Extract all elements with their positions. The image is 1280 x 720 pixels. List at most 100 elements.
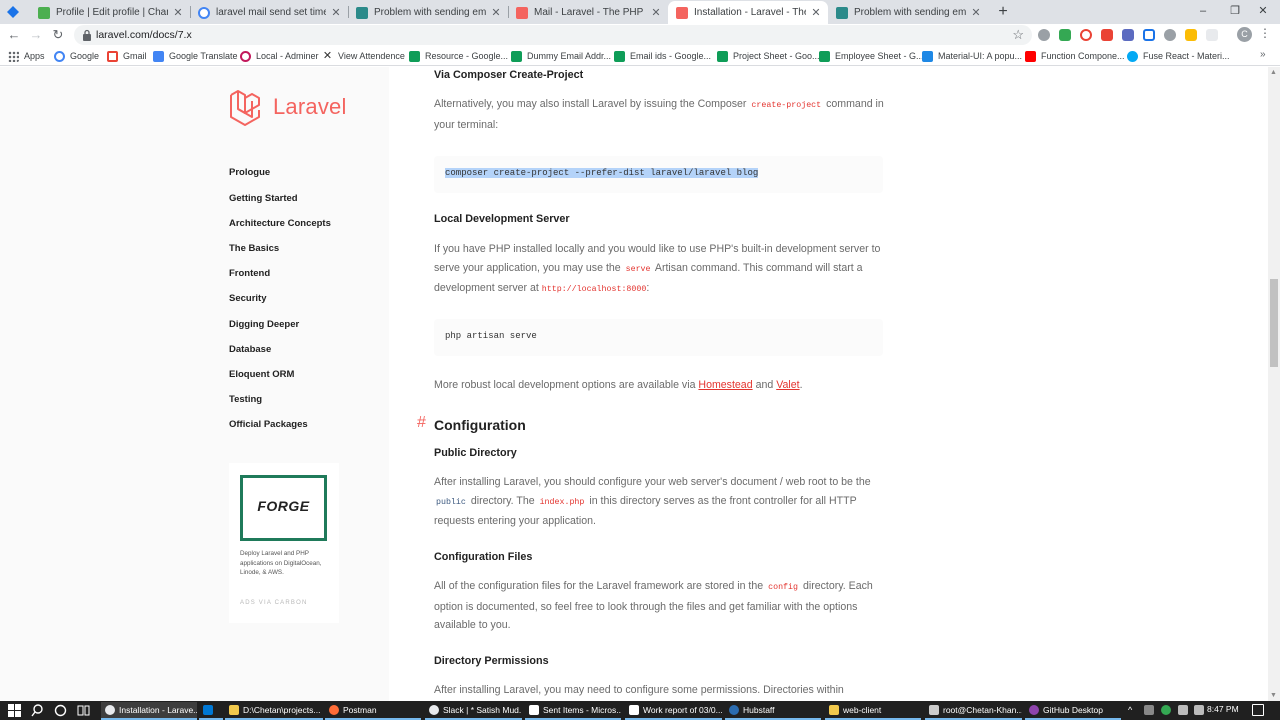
bookmark-employee-sheet[interactable]: Employee Sheet - G... [819,49,924,63]
extension-red-icon[interactable] [1101,29,1113,41]
laravel-logo-icon[interactable] [228,89,268,127]
tab-installation-laravel[interactable]: Installation - Laravel - The PHP F ✕ [668,1,828,24]
nav-eloquent-orm[interactable]: Eloquent ORM [229,369,294,380]
nav-getting-started[interactable]: Getting Started [229,193,298,204]
task-view-icon[interactable] [76,703,91,718]
bookmark-dummy-email[interactable]: Dummy Email Addr... [511,49,611,63]
nav-testing[interactable]: Testing [229,394,262,405]
carbon-ad[interactable]: FORGE Deploy Laravel and PHP application… [229,463,339,623]
forward-button[interactable]: → [28,27,44,43]
bookmark-local-adminer[interactable]: Local - Adminer [240,49,319,63]
taskbar-github-desktop[interactable]: GitHub Desktop [1025,702,1121,720]
bookmark-email-ids[interactable]: Email ids - Google... [614,49,711,63]
tray-sync-icon[interactable] [1161,705,1171,715]
volume-icon[interactable] [1194,705,1204,715]
logo-text[interactable]: Laravel [273,94,347,120]
tab-search-icon[interactable] [5,4,21,20]
taskbar-vscode[interactable] [199,702,223,720]
tab-problem-sending-emails[interactable]: Problem with sending emails | La ✕ [348,1,508,24]
valet-link[interactable]: Valet [776,379,799,391]
bookmark-resource-google[interactable]: Resource - Google... [409,49,508,63]
search-icon[interactable] [30,703,45,718]
taskbar-terminal[interactable]: root@Chetan-Khan... [925,702,1022,720]
taskbar-outlook[interactable]: Sent Items - Micros... [525,702,621,720]
tab-close-icon[interactable]: ✕ [172,6,184,19]
tab-close-icon[interactable]: ✕ [650,6,662,19]
tab-close-icon[interactable]: ✕ [490,6,502,19]
bookmark-fuse-react[interactable]: Fuse React - Materi... [1127,49,1230,63]
extension-target-icon[interactable] [1080,29,1092,41]
extension-blue-icon[interactable] [1122,29,1134,41]
x-icon: ✕ [322,49,333,62]
tab-close-icon[interactable]: ✕ [970,6,982,19]
extension-cloud-icon[interactable] [1038,29,1050,41]
address-bar[interactable]: laravel.com/docs/7.x ☆ [74,25,1032,45]
taskbar-work-report[interactable]: Work report of 03/0... [625,702,722,720]
bookmark-project-sheet[interactable]: Project Sheet - Goo... [717,49,820,63]
code-block-artisan-serve[interactable]: php artisan serve [434,319,883,356]
bookmark-apps[interactable]: Apps [8,49,45,63]
tab-profile[interactable]: Profile | Edit profile | Change pass ✕ [30,1,190,24]
tab-close-icon[interactable]: ✕ [330,6,342,19]
bookmark-gmail[interactable]: Gmail [107,49,147,63]
tab-mail-laravel[interactable]: Mail - Laravel - The PHP Framew ✕ [508,1,668,24]
extension-puzzle-icon[interactable] [1185,29,1197,41]
mail-icon [529,705,539,715]
taskbar-hubstaff[interactable]: Hubstaff [725,702,821,720]
minimize-button[interactable]: – [1186,2,1220,20]
extension-grey-icon[interactable] [1164,29,1176,41]
tab-problem-sending-emails-2[interactable]: Problem with sending emails | La ✕ [828,1,988,24]
nav-the-basics[interactable]: The Basics [229,243,279,254]
anchor-hash-link[interactable]: # [417,414,426,432]
cortana-icon[interactable] [53,703,68,718]
homestead-link[interactable]: Homestead [698,379,752,391]
ad-description[interactable]: Deploy Laravel and PHP applications on D… [240,549,330,578]
bookmarks-overflow-icon[interactable]: » [1260,49,1266,60]
new-tab-button[interactable]: + [994,3,1012,21]
bookmark-function-components[interactable]: Function Compone... [1025,49,1125,63]
taskbar-chrome[interactable]: Installation - Larave... [101,702,197,720]
bookmark-google-translate[interactable]: Google Translate [153,49,238,63]
code-text-composer[interactable]: composer create-project --prefer-dist la… [445,168,759,178]
tab-laravel-mail-timeout[interactable]: laravel mail send set timeout smt ✕ [190,1,348,24]
nav-prologue[interactable]: Prologue [229,167,270,178]
nav-official-packages[interactable]: Official Packages [229,419,308,430]
nav-security[interactable]: Security [229,293,267,304]
page-scrollbar[interactable]: ▲ ▼ [1268,67,1280,701]
taskbar-slack[interactable]: Slack | * Satish Mud... [425,702,522,720]
scroll-down-arrow-icon[interactable]: ▼ [1270,692,1277,699]
taskbar-postman[interactable]: Postman [325,702,421,720]
scrollbar-thumb[interactable] [1270,279,1278,367]
show-hidden-icons-icon[interactable]: ^ [1128,705,1138,715]
windows-start-icon[interactable] [7,703,22,718]
browser-menu-icon[interactable]: ⋮ [1259,26,1271,40]
code-text-artisan-serve[interactable]: php artisan serve [445,331,537,341]
back-button[interactable]: ← [6,27,22,43]
bookmark-google[interactable]: Google [54,49,99,63]
scroll-up-arrow-icon[interactable]: ▲ [1270,69,1277,76]
bookmark-star-icon[interactable]: ☆ [1012,26,1024,44]
bookmark-material-ui[interactable]: Material-UI: A popu... [922,49,1022,63]
extension-green-icon[interactable] [1059,29,1071,41]
tray-app-icon[interactable] [1144,705,1154,715]
extension-light-icon[interactable] [1206,29,1218,41]
nav-database[interactable]: Database [229,344,271,355]
code-block-composer[interactable]: composer create-project --prefer-dist la… [434,156,883,193]
taskbar-label: Sent Items - Micros... [543,705,621,715]
tab-close-icon[interactable]: ✕ [810,6,822,19]
taskbar-web-client[interactable]: web-client [825,702,921,720]
system-clock[interactable]: 8:47 PM [1207,704,1239,714]
network-icon[interactable] [1178,705,1188,715]
ads-via-carbon-link[interactable]: ADS VIA CARBON [240,600,307,606]
taskbar-file-explorer[interactable]: D:\Chetan\projects... [225,702,323,720]
nav-frontend[interactable]: Frontend [229,268,270,279]
forge-ad-image[interactable]: FORGE [240,475,327,541]
nav-architecture-concepts[interactable]: Architecture Concepts [229,218,331,229]
bookmark-view-attendence[interactable]: ✕ View Attendence [322,49,405,63]
action-center-icon[interactable] [1252,704,1264,716]
close-window-button[interactable]: ✕ [1246,2,1280,20]
nav-digging-deeper[interactable]: Digging Deeper [229,319,299,330]
profile-avatar[interactable]: C [1237,27,1252,42]
extension-outline-icon[interactable] [1143,29,1155,41]
reload-button[interactable]: ↻ [50,27,66,43]
